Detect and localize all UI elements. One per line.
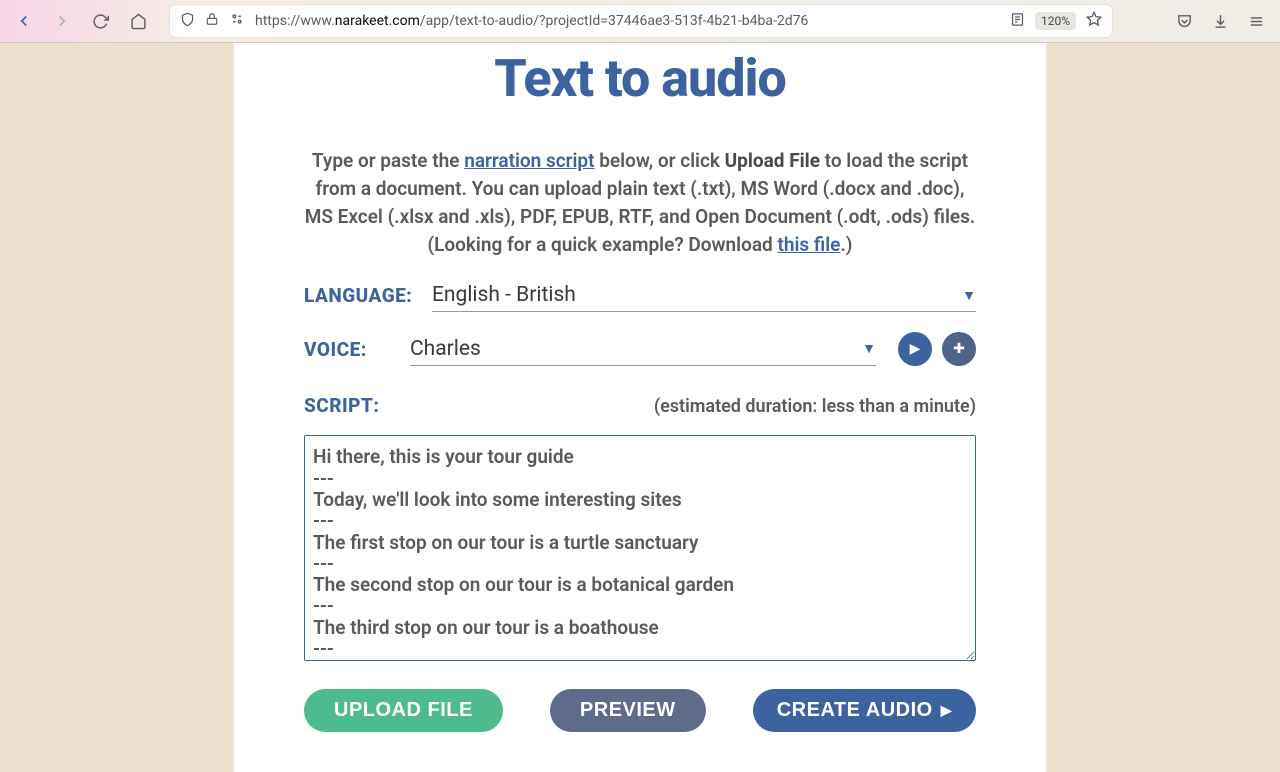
voice-value: Charles bbox=[410, 337, 862, 361]
voice-select[interactable]: Charles ▼ bbox=[410, 333, 876, 366]
chevron-down-icon: ▼ bbox=[862, 340, 876, 357]
forward-button[interactable] bbox=[46, 5, 78, 37]
shield-icon bbox=[180, 12, 195, 31]
create-audio-label: CREATE AUDIO bbox=[777, 699, 933, 722]
main-panel: Text to audio Type or paste the narratio… bbox=[234, 43, 1046, 772]
script-header: SCRIPT: (estimated duration: less than a… bbox=[304, 394, 976, 417]
language-row: LANGUAGE: English - British ▼ bbox=[304, 279, 976, 312]
url-text: https://www.narakeet.com/app/text-to-aud… bbox=[255, 13, 1000, 29]
bookmark-star-icon[interactable] bbox=[1086, 11, 1102, 31]
reload-button[interactable] bbox=[84, 5, 116, 37]
estimated-duration: (estimated duration: less than a minute) bbox=[654, 396, 976, 417]
intro-text: (Looking for a quick example? Download bbox=[428, 233, 778, 256]
browser-toolbar: https://www.narakeet.com/app/text-to-aud… bbox=[0, 0, 1280, 43]
add-voice-button[interactable]: ✚ bbox=[942, 332, 976, 366]
script-label: SCRIPT: bbox=[304, 394, 379, 417]
language-label: LANGUAGE: bbox=[304, 284, 432, 307]
play-voice-button[interactable]: ▶ bbox=[898, 332, 932, 366]
play-icon: ▶ bbox=[941, 702, 952, 719]
permissions-icon[interactable] bbox=[229, 11, 245, 31]
play-icon: ▶ bbox=[910, 341, 921, 357]
script-textarea[interactable] bbox=[304, 435, 976, 661]
zoom-level-badge[interactable]: 120% bbox=[1035, 12, 1076, 30]
hamburger-menu-icon[interactable] bbox=[1240, 5, 1272, 37]
pocket-icon[interactable] bbox=[1168, 5, 1200, 37]
page-title: Text to audio bbox=[304, 48, 976, 109]
intro-paragraph: Type or paste the narration script below… bbox=[304, 147, 976, 259]
action-buttons: UPLOAD FILE PREVIEW CREATE AUDIO ▶ bbox=[304, 689, 976, 732]
downloads-icon[interactable] bbox=[1204, 5, 1236, 37]
back-button[interactable] bbox=[8, 5, 40, 37]
preview-button[interactable]: PREVIEW bbox=[550, 689, 706, 732]
example-file-link[interactable]: this file bbox=[777, 233, 840, 256]
upload-file-button[interactable]: UPLOAD FILE bbox=[304, 689, 503, 732]
language-select[interactable]: English - British ▼ bbox=[432, 279, 976, 312]
voice-row: VOICE: Charles ▼ ▶ ✚ bbox=[304, 332, 976, 366]
create-audio-button[interactable]: CREATE AUDIO ▶ bbox=[753, 689, 976, 732]
upload-file-strong: Upload File bbox=[725, 149, 820, 172]
intro-text: .) bbox=[840, 233, 852, 256]
chevron-down-icon: ▼ bbox=[962, 287, 976, 304]
address-bar[interactable]: https://www.narakeet.com/app/text-to-aud… bbox=[170, 5, 1112, 37]
reader-mode-icon[interactable] bbox=[1010, 12, 1025, 31]
voice-label: VOICE: bbox=[304, 338, 410, 361]
language-value: English - British bbox=[432, 283, 962, 307]
narration-script-link[interactable]: narration script bbox=[464, 149, 594, 172]
home-button[interactable] bbox=[122, 5, 154, 37]
intro-text: below, or click bbox=[595, 149, 725, 172]
plus-icon: ✚ bbox=[953, 341, 965, 357]
toolbar-right bbox=[1168, 5, 1272, 37]
intro-text: Type or paste the bbox=[312, 149, 464, 172]
lock-icon bbox=[205, 12, 219, 30]
